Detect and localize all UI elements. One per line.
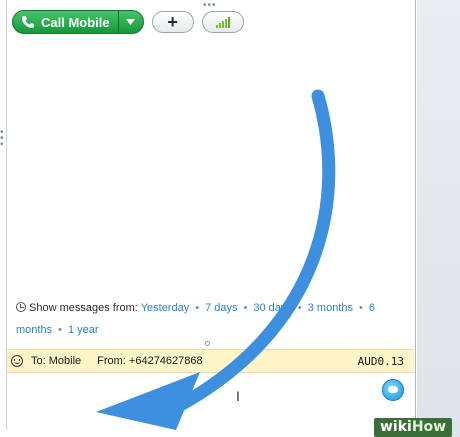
watermark-how: How xyxy=(411,419,447,435)
instruction-arrow xyxy=(96,89,336,430)
wikihow-watermark: wikiHow xyxy=(374,418,453,437)
watermark-wiki: wiki xyxy=(380,419,412,435)
